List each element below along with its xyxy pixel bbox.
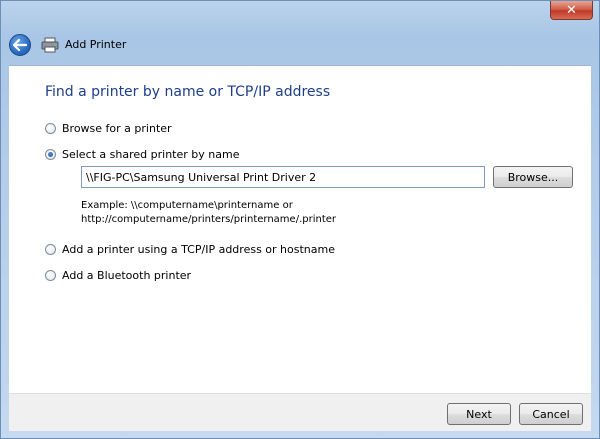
option-label: Add a Bluetooth printer [62, 269, 192, 282]
next-button[interactable]: Next [447, 403, 511, 425]
option-label: Browse for a printer [62, 122, 172, 135]
option-select-shared-printer[interactable]: Select a shared printer by name [45, 148, 239, 161]
radio-button[interactable] [45, 149, 56, 160]
example-line-2: http://computername/printers/printername… [81, 214, 337, 225]
option-tcpip-address[interactable]: Add a printer using a TCP/IP address or … [45, 243, 335, 256]
content-panel: Find a printer by name or TCP/IP address… [9, 65, 591, 393]
arrow-left-icon [13, 39, 27, 51]
back-button[interactable] [9, 34, 31, 56]
printer-icon [41, 37, 59, 53]
option-label: Add a printer using a TCP/IP address or … [62, 243, 335, 256]
option-browse-for-printer[interactable]: Browse for a printer [45, 122, 172, 135]
window-title: Add Printer [65, 38, 127, 51]
option-label: Select a shared printer by name [62, 148, 240, 161]
example-line-1: Example: \\computername\printername or [81, 200, 293, 211]
radio-button[interactable] [45, 270, 56, 281]
footer-bar: Next Cancel [9, 393, 591, 431]
example-text: Example: \\computername\printername or h… [81, 199, 336, 227]
radio-selected-dot [48, 152, 53, 157]
radio-button[interactable] [45, 123, 56, 134]
page-heading: Find a printer by name or TCP/IP address [45, 84, 331, 100]
cancel-button[interactable]: Cancel [519, 403, 583, 425]
browse-button[interactable]: Browse... [493, 166, 573, 188]
add-printer-window: ✕ Add Printer Find a printer by name or … [0, 0, 600, 439]
option-bluetooth-printer[interactable]: Add a Bluetooth printer [45, 269, 191, 282]
title-bar: ✕ Add Printer [1, 1, 599, 65]
close-button[interactable]: ✕ [550, 1, 593, 20]
radio-button[interactable] [45, 244, 56, 255]
printer-name-input[interactable] [81, 166, 485, 188]
